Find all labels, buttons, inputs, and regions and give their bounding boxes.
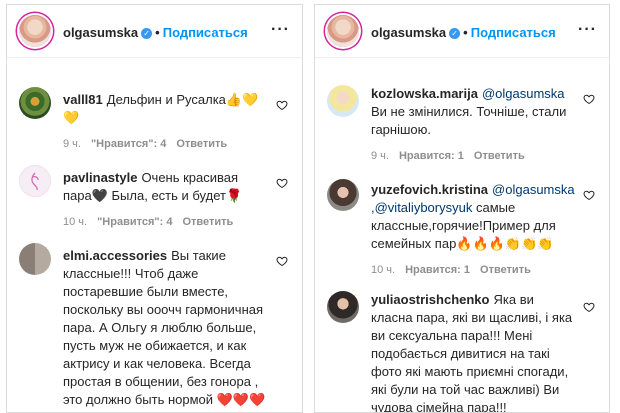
comment-username[interactable]: valll81 xyxy=(63,92,103,107)
header-username-row: olgasumska ✓ • Подписаться xyxy=(371,25,556,40)
comment-body: elmi.accessories Вы такие классные!!! Что… xyxy=(63,247,268,409)
like-heart-icon[interactable] xyxy=(583,93,595,105)
comment-username[interactable]: yuzefovich.kristina xyxy=(371,182,488,197)
reply-button[interactable]: Ответить xyxy=(182,216,233,228)
header-username[interactable]: olgasumska xyxy=(63,25,138,40)
comment-likes[interactable]: Нравится: 1 xyxy=(399,150,464,162)
reply-button[interactable]: Ответить xyxy=(480,264,531,276)
like-heart-icon[interactable] xyxy=(276,255,288,267)
post-header: olgasumska ✓ • Подписаться ··· xyxy=(315,5,609,58)
comment-time[interactable]: 10 ч. xyxy=(63,216,87,228)
header-username-row: olgasumska ✓ • Подписаться xyxy=(63,25,248,40)
verified-badge-icon: ✓ xyxy=(449,28,461,39)
separator-dot: • xyxy=(463,25,468,40)
comment-body: yuzefovich.kristina @olgasumska ,@vitaliyb… xyxy=(371,181,575,279)
more-options-icon[interactable]: ··· xyxy=(271,22,290,38)
post-header: olgasumska ✓ • Подписаться ··· xyxy=(7,5,302,58)
comment-text: Яка ви класна пара, які ви щасливі, і як… xyxy=(371,292,573,413)
comment-text: Ви не змінилися. Точніше, стали гарнішою… xyxy=(371,104,567,137)
logo-icon xyxy=(31,172,39,191)
comment-time[interactable]: 9 ч. xyxy=(63,138,81,150)
avatar[interactable] xyxy=(19,87,51,119)
comment-body: kozlowska.marija @olgasumska Ви не змінил… xyxy=(371,85,575,165)
avatar[interactable] xyxy=(19,15,51,47)
like-heart-icon[interactable] xyxy=(276,99,288,111)
comment-likes[interactable]: "Нравится": 4 xyxy=(91,138,166,150)
comment-mention[interactable]: @olgasumska xyxy=(492,182,575,197)
comment-body: valll81 Дельфин и Русалка👍💛💛 9 ч. "Нравитс… xyxy=(63,91,268,153)
comment-text: Вы такие классные!!! Чтоб даже постаревш… xyxy=(63,248,266,407)
comment-username[interactable]: elmi.accessories xyxy=(63,248,167,263)
comment-meta: 10 ч. "Нравится": 4 Ответить xyxy=(63,213,268,231)
comment-body: pavlinastyle Очень красивая пара🖤 Была, е… xyxy=(63,169,268,231)
separator-dot: • xyxy=(155,25,160,40)
avatar[interactable] xyxy=(19,165,51,197)
comment-meta: 10 ч. Нравится: 1 Ответить xyxy=(371,261,575,279)
comment-meta: 9 ч. Нравится: 1 Ответить xyxy=(371,147,575,165)
left-post-panel: olgasumska ✓ • Подписаться ··· valll81 Дельф… xyxy=(6,4,303,413)
like-heart-icon[interactable] xyxy=(583,301,595,313)
comment-username[interactable]: yuliaostrishchenko xyxy=(371,292,489,307)
follow-button[interactable]: Подписаться xyxy=(471,25,556,40)
more-options-icon[interactable]: ··· xyxy=(578,22,597,38)
reply-button[interactable]: Ответить xyxy=(176,138,227,150)
right-post-panel: olgasumska ✓ • Подписаться ··· kozlowska.ma… xyxy=(314,4,610,413)
comment-body: yuliaostrishchenko Яка ви класна пара, як… xyxy=(371,291,575,413)
comment-mention[interactable]: ,@vitaliyborysyuk xyxy=(371,200,472,215)
comment-mention[interactable]: @olgasumska xyxy=(482,86,565,101)
comment-likes[interactable]: "Нравится": 4 xyxy=(97,216,172,228)
comment-meta: 9 ч. "Нравится": 4 Ответить xyxy=(63,135,268,153)
like-heart-icon[interactable] xyxy=(583,189,595,201)
comment-time[interactable]: 9 ч. xyxy=(371,150,389,162)
header-username[interactable]: olgasumska xyxy=(371,25,446,40)
avatar[interactable] xyxy=(19,243,51,275)
avatar[interactable] xyxy=(327,85,359,117)
comment-username[interactable]: pavlinastyle xyxy=(63,170,137,185)
follow-button[interactable]: Подписаться xyxy=(163,25,248,40)
comment-username[interactable]: kozlowska.marija xyxy=(371,86,478,101)
avatar[interactable] xyxy=(327,179,359,211)
like-heart-icon[interactable] xyxy=(276,177,288,189)
comment-likes[interactable]: Нравится: 1 xyxy=(405,264,470,276)
reply-button[interactable]: Ответить xyxy=(474,150,525,162)
verified-badge-icon: ✓ xyxy=(141,28,153,39)
comment-time[interactable]: 10 ч. xyxy=(371,264,395,276)
avatar[interactable] xyxy=(327,291,359,323)
avatar[interactable] xyxy=(327,15,359,47)
